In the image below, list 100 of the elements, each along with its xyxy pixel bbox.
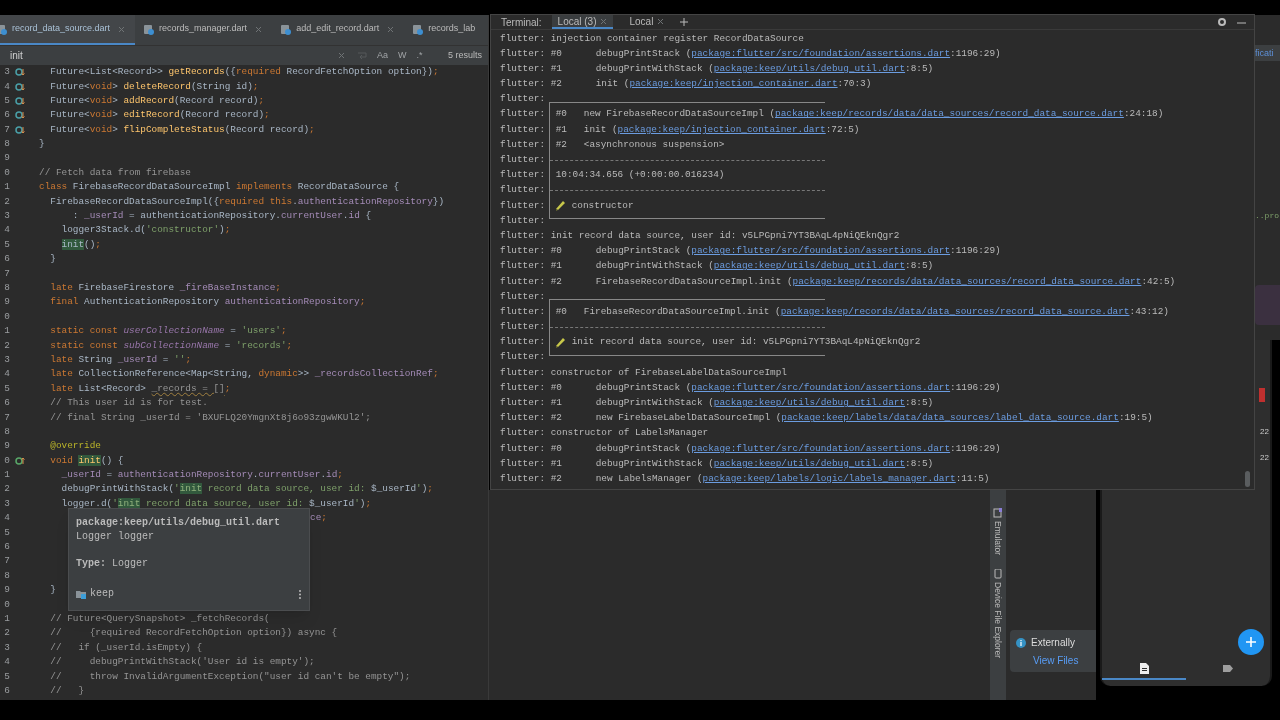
log-prefix: flutter: [500,441,545,456]
file-link[interactable]: package:keep/records/data/data_sources/record_data_source.dart [775,107,1124,122]
log-prefix: flutter: [500,365,545,380]
line-number: 6 [3,108,10,123]
log-prefix: flutter: [500,61,545,76]
log-prefix: flutter: [500,244,545,259]
line-number: 1 [3,468,10,483]
log-prefix: flutter: [500,228,545,243]
document-icon [1139,662,1149,674]
file-link[interactable]: package:flutter/src/foundation/assertions.dart [691,380,951,395]
line-number: 9 [3,151,10,166]
terminal-tab[interactable]: Local [623,15,671,29]
editor-tab[interactable]: add_edit_record.dart [272,15,405,45]
line-number: 2 [3,482,10,497]
code-line: // Future<QuerySnapshot> _fetchRecords( [49,612,270,626]
line-number: 6 [3,540,10,555]
log-prefix: flutter: [500,350,545,365]
log-text: #0 new FirebaseRecordDataSourceImpl ( [554,107,776,122]
log-text: init record data source, user id: v5LPGpni7YT3BAqL4pNiQEknQgr2 [570,335,921,350]
file-link[interactable]: package:flutter/src/foundation/assertions.dart [691,244,951,259]
module-icon [76,589,86,599]
line-number: 6 [3,252,10,267]
implemented-icon[interactable] [15,124,25,135]
file-link[interactable]: package:flutter/src/foundation/assertions.dart [691,441,951,456]
implemented-icon[interactable] [15,110,25,121]
notification-title: Externally [1031,636,1075,650]
log-prefix: flutter: [500,304,545,319]
file-link[interactable]: package:keep/injection_container.dart [617,122,826,137]
code-line: @override [49,439,101,454]
line-number: 8 [3,424,10,439]
code-line: } [49,583,56,598]
line-number: 4 [3,655,10,670]
implemented-icon[interactable] [15,81,25,92]
editor-tab[interactable]: ficati [1255,45,1280,61]
search-option[interactable]: .* [416,48,423,63]
pencil-icon [555,336,566,348]
file-link[interactable]: package:keep/records/data/data_sources/record_data_source.dart [792,274,1142,289]
file-link[interactable]: package:keep/utils/debug_util.dart [713,259,906,274]
log-prefix: flutter: [500,122,545,137]
close-icon[interactable] [657,17,665,25]
code-line: Future<void> flipCompleteStatus(Record record); [49,122,315,137]
more-icon[interactable] [298,588,302,600]
label-icon [1223,664,1233,672]
view-files-link[interactable]: View Files [1016,653,1096,668]
log-text: init record data source, user id: v5LPGpni7YT3BAqL4pNiQEknQgr2 [549,228,900,243]
implemented-icon[interactable] [15,67,25,78]
line-number: 7 [3,122,10,137]
settings-icon[interactable] [1217,17,1227,27]
editor-tab[interactable]: record_data_source.dart [0,15,136,45]
file-link[interactable]: package:keep/injection_container.dart [629,77,838,92]
tool-window-button[interactable]: Device File Explorer [991,569,1005,659]
code-line: _userId = authenticationRepository.currentUser.id; [60,468,343,483]
code-line: ce; [310,511,327,526]
log-prefix: flutter: [500,198,545,213]
editor-tab[interactable]: records_manager.dart [135,15,273,45]
line-number: 9 [3,583,10,598]
log-text: #0 FirebaseRecordDataSourceImpl.init ( [554,304,781,319]
line-number: 6 [3,683,10,698]
line-number: 4 [3,223,10,238]
log-text: :8:5) [905,61,934,76]
list-item-text: 22 [1260,452,1269,464]
tool-window-button[interactable]: Emulator [991,508,1005,555]
code-line: Future<void> addRecord(Record record); [49,93,265,108]
file-link[interactable]: package:flutter/src/foundation/assertions.dart [691,46,951,61]
add-fab[interactable] [1238,629,1264,655]
line-number: 5 [3,525,10,540]
file-link[interactable]: package:keep/records/data/data_sources/record_data_source.dart [780,304,1130,319]
implemented-icon[interactable] [15,95,25,106]
search-option[interactable]: Aa [377,48,388,63]
file-link[interactable]: package:keep/utils/debug_util.dart [713,396,906,411]
file-link[interactable]: package:keep/labels/data/data_sources/label_data_source.dart [781,411,1119,426]
line-number: 0 [3,165,10,180]
file-icon [280,23,293,35]
code-line: // {required RecordFetchOption option}) async { [49,626,338,641]
file-link[interactable]: package:keep/utils/debug_util.dart [713,456,906,471]
log-text: :8:5) [905,259,934,274]
log-prefix: flutter: [500,471,545,486]
scrollbar-thumb[interactable] [1245,471,1250,487]
editor-tab[interactable]: records_lab [404,15,486,45]
code-line: } [49,252,56,267]
code-line: : _userId = authenticationRepository.currentUser.id { [71,209,372,224]
log-prefix: flutter: [500,31,545,46]
overrides-icon[interactable] [15,455,25,466]
file-link[interactable]: package:keep/utils/debug_util.dart [713,61,906,76]
code-line: Future<void> editRecord(Record record); [49,108,270,123]
log-prefix: flutter: [500,46,545,61]
code-line: static const subCollectionName = 'records'; [49,338,293,353]
log-text: :1196:29) [950,380,1001,395]
add-icon[interactable] [680,18,689,26]
log-text: :8:5) [905,456,934,471]
log-prefix: flutter: [500,320,545,335]
search-option[interactable]: W [398,48,407,63]
log-text: :72:5) [825,122,860,137]
badge-mark [1259,388,1265,402]
code-line: // if (_userId.isEmpty) { [49,640,203,655]
file-icon [412,23,425,35]
search-field[interactable]: init [0,48,300,63]
line-number: 8 [3,568,10,583]
terminal-tab[interactable]: Local (3) [551,15,614,29]
file-link[interactable]: package:keep/labels/logic/labels_manager.dart [702,471,956,487]
